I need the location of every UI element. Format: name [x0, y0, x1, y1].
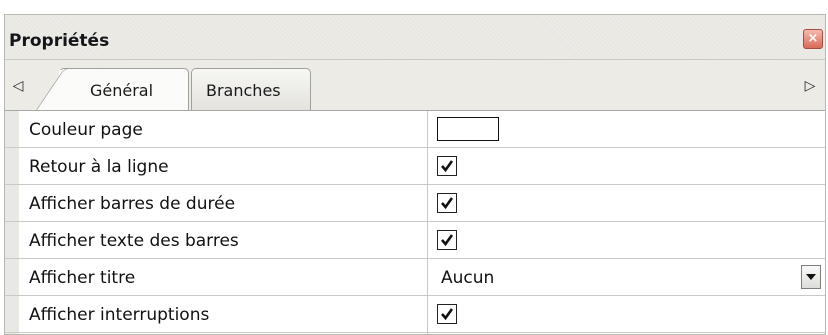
column-divider[interactable] — [427, 111, 428, 334]
panel-title: Propriétés — [9, 31, 110, 51]
bar-text-checkbox[interactable] — [437, 230, 457, 250]
checkmark-icon — [441, 234, 454, 247]
property-row: Retour à la ligne — [5, 148, 825, 185]
page-color-swatch[interactable] — [437, 117, 499, 141]
tab-label: Branches — [206, 81, 281, 100]
property-label: Afficher interruptions — [29, 305, 210, 325]
property-row: Afficher titre Aucun — [5, 259, 825, 296]
panel-titlebar: Propriétés × — [5, 15, 825, 59]
tab-scroll-right-button[interactable]: ▷ — [799, 74, 821, 98]
tab-branches[interactable]: Branches — [191, 68, 311, 111]
triangle-right-icon: ▷ — [804, 78, 816, 94]
property-label: Afficher barres de durée — [29, 194, 236, 214]
property-row: Afficher texte des barres — [5, 222, 825, 259]
duration-bars-checkbox[interactable] — [437, 193, 457, 213]
title-select-value[interactable]: Aucun — [441, 268, 494, 288]
dropdown-arrow-icon — [806, 274, 816, 280]
property-label: Couleur page — [29, 120, 143, 140]
property-grid: Couleur page Retour à la ligne Afficher … — [5, 111, 825, 334]
title-select-dropdown-button[interactable] — [801, 265, 821, 289]
triangle-left-icon: ◁ — [12, 78, 24, 94]
tab-scroll-left-button[interactable]: ◁ — [7, 74, 29, 98]
checkmark-icon — [441, 197, 454, 210]
property-row: Afficher interruptions — [5, 296, 825, 333]
property-label: Afficher titre — [29, 268, 136, 288]
close-button[interactable]: × — [803, 29, 823, 49]
checkmark-icon — [441, 308, 454, 321]
property-label: Retour à la ligne — [29, 157, 169, 177]
properties-panel: Propriétés × ◁ Général Branches ▷ Couleu… — [4, 14, 826, 335]
property-label: Afficher texte des barres — [29, 231, 239, 251]
property-row: Afficher barres de durée — [5, 185, 825, 222]
word-wrap-checkbox[interactable] — [437, 156, 457, 176]
interruptions-checkbox[interactable] — [437, 304, 457, 324]
property-row: Couleur page — [5, 111, 825, 148]
close-icon: × — [807, 31, 819, 46]
checkmark-icon — [441, 160, 454, 173]
tab-general[interactable]: Général — [59, 68, 189, 111]
tab-strip: ◁ Général Branches ▷ — [5, 59, 825, 112]
tab-label: Général — [90, 81, 154, 100]
